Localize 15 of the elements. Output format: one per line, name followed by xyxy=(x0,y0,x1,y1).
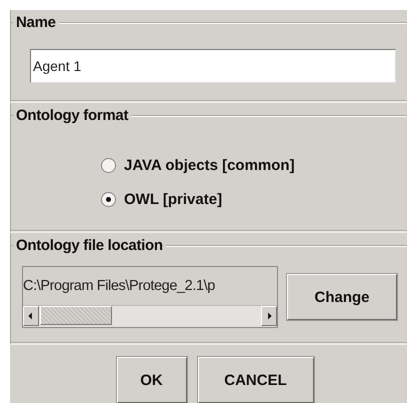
radio-label[interactable]: JAVA objects [common] xyxy=(124,157,295,174)
section-title: Ontology format xyxy=(16,107,128,124)
scroll-right-icon[interactable] xyxy=(261,306,277,326)
dialog-button[interactable]: CANCEL xyxy=(198,357,314,403)
radio-button[interactable] xyxy=(101,192,116,208)
dialog-button[interactable]: OK xyxy=(116,357,186,403)
horizontal-scrollbar[interactable] xyxy=(23,305,277,328)
radio-label[interactable]: OWL [private] xyxy=(124,191,222,208)
radio-button[interactable] xyxy=(101,158,116,174)
change-button[interactable]: Change xyxy=(287,274,397,320)
name-field[interactable]: Agent 1 xyxy=(30,49,396,83)
scroll-left-icon[interactable] xyxy=(23,306,39,326)
section-title: Ontology file location xyxy=(16,237,163,254)
path-text: C:\Program Files\Protege_2.1\p xyxy=(23,277,216,296)
section-title: Name xyxy=(16,14,56,31)
